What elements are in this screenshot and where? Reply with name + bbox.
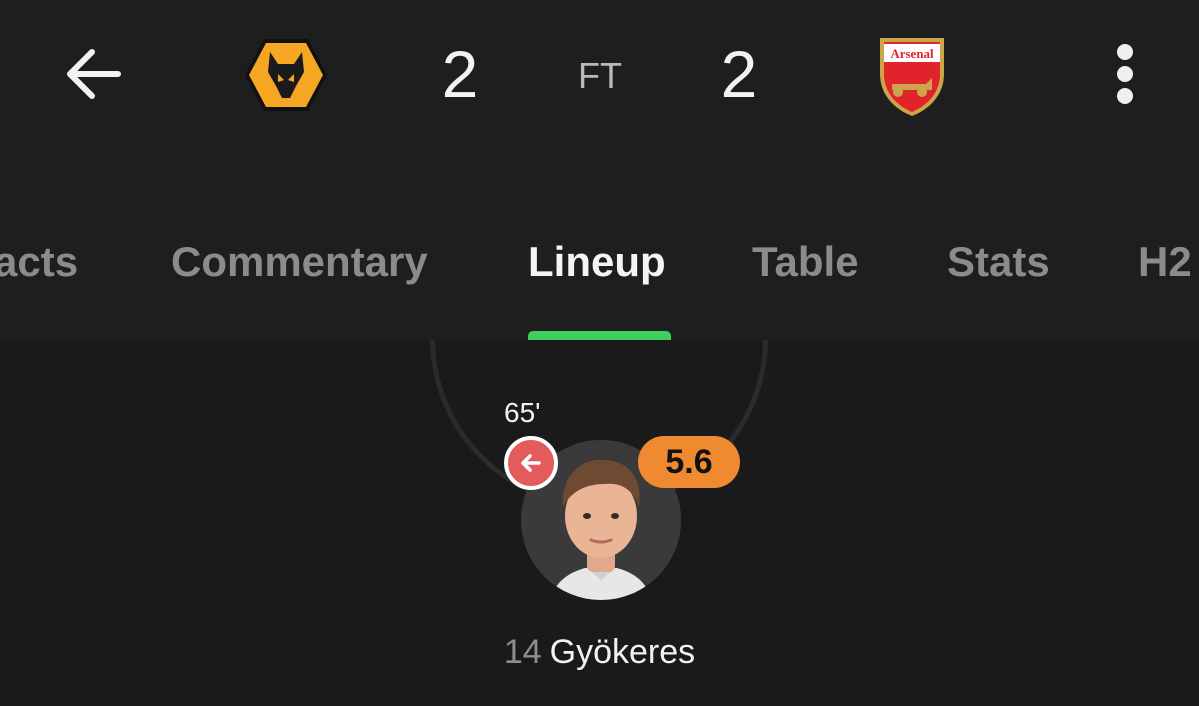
tab-h2h[interactable]: H2 — [1138, 222, 1192, 302]
more-options-button[interactable] — [1102, 38, 1148, 110]
tab-bar: acts Commentary Lineup Table Stats H2 — [0, 222, 1199, 302]
substitution-minute: 65' — [504, 397, 541, 428]
wolf-crest-icon — [245, 39, 327, 111]
tab-facts[interactable]: acts — [0, 222, 78, 302]
match-header: 2 FT 2 Arsenal acts Commentary Lineup Ta… — [0, 0, 1199, 341]
away-team-logo[interactable]: Arsenal — [876, 34, 948, 118]
arrow-left-small-icon — [521, 454, 541, 472]
away-score: 2 — [720, 37, 758, 111]
player-shirt-number: 14 — [503, 633, 542, 671]
home-score: 2 — [441, 37, 479, 111]
tab-commentary[interactable]: Commentary — [171, 222, 428, 302]
player-name-row[interactable]: 14 Gyökeres — [0, 630, 1199, 674]
tab-stats[interactable]: Stats — [947, 222, 1050, 302]
player-name: Gyökeres — [549, 633, 696, 671]
tab-table[interactable]: Table — [752, 222, 859, 302]
home-team-logo[interactable] — [244, 38, 328, 112]
arsenal-crest-icon: Arsenal — [880, 38, 944, 116]
player-card: 65' 5.6 14 Gyökeres — [0, 340, 1199, 706]
back-button[interactable] — [56, 36, 132, 112]
arsenal-crest-text: Arsenal — [890, 46, 934, 61]
lineup-pitch: 65' 5.6 14 Gyökeres — [0, 340, 1199, 706]
substitution-out-icon — [504, 436, 558, 490]
tab-lineup[interactable]: Lineup — [528, 222, 666, 302]
match-screen: 2 FT 2 Arsenal acts Commentary Lineup Ta… — [0, 0, 1199, 706]
more-vertical-icon — [1117, 44, 1133, 60]
match-status: FT — [578, 55, 622, 96]
arrow-left-icon — [67, 49, 121, 99]
player-rating-badge: 5.6 — [638, 436, 740, 488]
